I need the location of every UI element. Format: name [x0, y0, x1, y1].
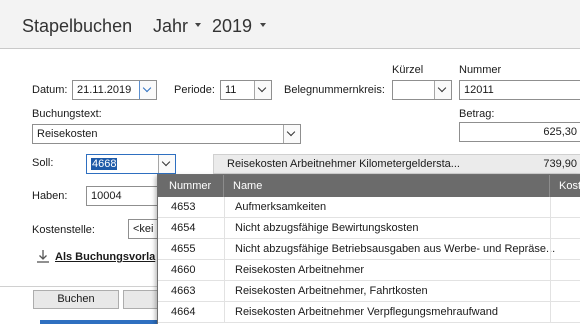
secondary-button[interactable]: [123, 290, 157, 309]
periode-dropdown-button[interactable]: [254, 81, 271, 99]
kuerzel-label: Kürzel: [392, 64, 424, 76]
periode-select[interactable]: 11: [220, 80, 272, 100]
soll-account-info: Reisekosten Arbeitnehmer Kilometergelder…: [213, 154, 580, 174]
table-row[interactable]: 4660 Reisekosten Arbeitnehmer: [158, 260, 580, 281]
cell-divider: [224, 302, 225, 323]
soll-field[interactable]: 4668: [86, 154, 176, 174]
row-nummer: 4660: [171, 264, 196, 276]
cell-divider: [224, 197, 225, 218]
datum-label: Datum:: [32, 84, 68, 96]
cell-divider: [224, 260, 225, 281]
row-name: Aufmerksamkeiten: [235, 201, 327, 213]
chevron-down-icon: [257, 83, 267, 93]
nummer-value: 12011: [464, 84, 494, 96]
download-icon: [37, 250, 49, 263]
periode-label: Periode:: [174, 84, 215, 96]
row-name: Reisekosten Arbeitnehmer, Fahrtkosten: [235, 285, 428, 297]
column-header-nummer-label: Nummer: [169, 180, 212, 192]
buchungstext-field[interactable]: Reisekosten: [32, 124, 301, 144]
cell-divider: [550, 239, 551, 260]
soll-account-name: Reisekosten Arbeitnehmer Kilometergelder…: [227, 158, 460, 170]
soll-label: Soll:: [32, 157, 54, 169]
kostenstelle-label: Kostenstelle:: [32, 224, 95, 236]
grid-header: Nummer ▲ Name Kost: [158, 175, 580, 213]
soll-account-amount: 739,90: [543, 158, 577, 170]
cell-divider: [550, 260, 551, 281]
table-row[interactable]: 4664 Reisekosten Arbeitnehmer Verpflegun…: [158, 302, 580, 323]
cell-divider: [550, 218, 551, 239]
buchen-button[interactable]: Buchen: [33, 290, 119, 309]
accent-bar: [40, 320, 157, 324]
cell-divider: [550, 302, 551, 323]
column-header-name[interactable]: Name: [224, 175, 550, 197]
caret-down-icon[interactable]: [260, 23, 266, 27]
account-dropdown-grid[interactable]: Nummer ▲ Name Kost 4653 Aufmerksamkeiten…: [157, 174, 580, 324]
row-nummer: 4655: [171, 243, 196, 255]
chevron-down-icon: [161, 157, 171, 167]
column-header-kost-label: Kost: [559, 180, 580, 192]
column-header-nummer[interactable]: Nummer ▲: [158, 175, 224, 213]
soll-value: 4668: [91, 158, 118, 170]
table-row[interactable]: 4654 Nicht abzugsfähige Bewirtungskosten: [158, 218, 580, 239]
buchen-button-label: Buchen: [57, 293, 95, 305]
betrag-label: Betrag:: [459, 108, 495, 120]
kuerzel-dropdown-button[interactable]: [434, 81, 451, 99]
page-title: Stapelbuchen: [22, 16, 133, 36]
nummer-field[interactable]: 12011: [459, 80, 580, 100]
row-name: Nicht abzugsfähige Bewirtungskosten: [235, 222, 419, 234]
buchungstext-dropdown-button[interactable]: [283, 125, 300, 143]
row-name: Nicht abzugsfähige Betriebsausgaben aus …: [235, 243, 556, 255]
periode-value: 11: [225, 84, 237, 96]
save-template-link-label: Als Buchungsvorla: [55, 251, 156, 263]
row-nummer: 4653: [171, 201, 196, 213]
haben-label: Haben:: [32, 190, 68, 202]
cell-divider: [224, 281, 225, 302]
cell-divider: [550, 281, 551, 302]
year-dropdown-label[interactable]: Jahr: [153, 16, 188, 37]
cell-divider: [550, 197, 551, 218]
kuerzel-select[interactable]: [392, 80, 452, 100]
calendar-dropdown-button[interactable]: [139, 81, 156, 99]
save-template-link[interactable]: Als Buchungsvorla: [36, 248, 166, 268]
row-nummer: 4664: [171, 306, 196, 318]
column-header-name-label: Name: [233, 180, 263, 192]
haben-field[interactable]: 10004: [86, 186, 166, 206]
buchungstext-label: Buchungstext:: [32, 108, 102, 120]
year-value[interactable]: 2019: [212, 16, 252, 37]
belegnummernkreis-label: Belegnummernkreis:: [284, 84, 385, 96]
table-row[interactable]: 4653 Aufmerksamkeiten: [158, 197, 580, 218]
datum-field[interactable]: 21.11.2019: [72, 80, 157, 100]
betrag-field[interactable]: 625,30: [459, 122, 580, 142]
cell-divider: [224, 239, 225, 260]
cell-divider: [224, 218, 225, 239]
row-name: Reisekosten Arbeitnehmer: [235, 264, 365, 276]
table-row[interactable]: 4663 Reisekosten Arbeitnehmer, Fahrtkost…: [158, 281, 580, 302]
chevron-down-icon: [286, 127, 296, 137]
column-header-kost[interactable]: Kost: [550, 175, 580, 197]
chevron-down-icon: [437, 83, 447, 93]
kostenstelle-value: <kei: [133, 223, 154, 235]
caret-down-icon[interactable]: [195, 23, 201, 27]
haben-value: 10004: [91, 190, 122, 202]
chevron-down-icon: [142, 83, 152, 93]
nummer-label: Nummer: [459, 64, 502, 76]
datum-value: 21.11.2019: [77, 84, 132, 96]
table-row[interactable]: 4655 Nicht abzugsfähige Betriebsausgaben…: [158, 239, 580, 260]
row-name: Reisekosten Arbeitnehmer Verpflegungsmeh…: [235, 306, 498, 318]
soll-dropdown-button[interactable]: [158, 155, 175, 173]
row-nummer: 4654: [171, 222, 196, 234]
page-header: Stapelbuchen Jahr 2019: [0, 0, 580, 49]
buchungstext-value: Reisekosten: [37, 128, 98, 140]
betrag-value: 625,30: [543, 126, 577, 138]
row-nummer: 4663: [171, 285, 196, 297]
